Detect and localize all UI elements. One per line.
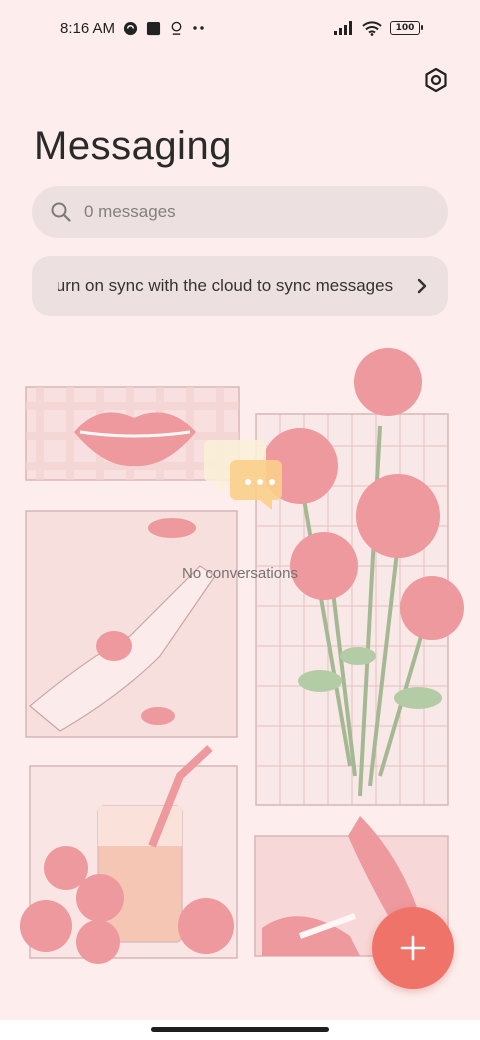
sync-banner[interactable]: Turn on sync with the cloud to sync mess… bbox=[32, 256, 448, 316]
battery-icon: 100 bbox=[390, 21, 423, 35]
search-input[interactable]: 0 messages bbox=[84, 202, 176, 222]
home-indicator[interactable] bbox=[151, 1027, 329, 1032]
settings-button[interactable] bbox=[420, 64, 452, 96]
search-bar[interactable]: 0 messages bbox=[32, 186, 448, 238]
badge-icon bbox=[169, 21, 184, 36]
plus-icon bbox=[400, 935, 426, 961]
square-app-icon bbox=[146, 21, 161, 36]
status-right: 100 bbox=[334, 20, 423, 36]
status-time: 8:16 AM bbox=[60, 19, 116, 37]
status-bar: 8:16 AM 100 bbox=[0, 0, 480, 56]
chat-bubbles-icon bbox=[204, 440, 282, 510]
signal-icon bbox=[334, 21, 354, 35]
page-title: Messaging bbox=[34, 124, 232, 168]
more-dots-icon bbox=[192, 25, 206, 31]
chevron-right-icon bbox=[416, 277, 428, 295]
search-icon bbox=[51, 202, 71, 222]
new-message-button[interactable] bbox=[372, 907, 454, 989]
status-left: 8:16 AM bbox=[60, 20, 206, 37]
empty-state-label: No conversations bbox=[182, 565, 298, 582]
gear-icon bbox=[425, 67, 447, 93]
whatsapp-icon bbox=[123, 21, 138, 36]
wifi-icon bbox=[362, 20, 382, 36]
drink-panel bbox=[20, 745, 238, 964]
sync-banner-text: Turn on sync with the cloud to sync mess… bbox=[58, 276, 394, 295]
